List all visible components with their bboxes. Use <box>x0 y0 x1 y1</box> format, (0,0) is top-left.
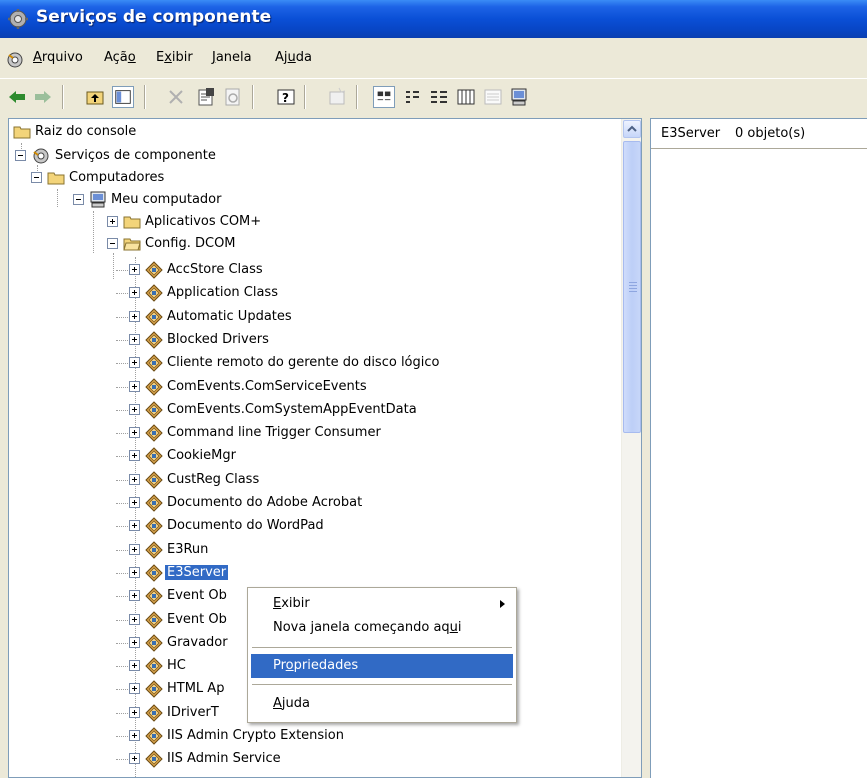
com-component-icon <box>145 634 163 652</box>
up-folder-icon[interactable] <box>84 86 106 108</box>
menu-ajuda[interactable]: Ajuda <box>275 50 312 65</box>
collapse-icon[interactable] <box>73 194 84 205</box>
context-menu-propriedades[interactable]: Propriedades <box>251 654 513 678</box>
menu-bar: Arquivo Ação Exibir Janela Ajuda <box>0 40 867 76</box>
chevron-up-icon <box>627 125 637 132</box>
small-icons-icon[interactable] <box>402 86 424 108</box>
expand-icon[interactable] <box>129 730 140 741</box>
expand-icon[interactable] <box>129 567 140 578</box>
computer-icon <box>90 191 106 208</box>
com-component-icon <box>145 611 163 629</box>
expand-icon[interactable] <box>129 427 140 438</box>
com-component-icon <box>145 261 163 279</box>
context-menu-exibir[interactable]: Exibir <box>251 592 513 616</box>
collapse-icon[interactable] <box>15 150 26 161</box>
window-title: Serviços de componente <box>36 7 272 27</box>
expand-icon[interactable] <box>129 404 140 415</box>
expand-icon[interactable] <box>129 683 140 694</box>
expand-icon[interactable] <box>129 544 140 555</box>
expand-icon[interactable] <box>129 287 140 298</box>
expand-icon[interactable] <box>129 753 140 764</box>
toolbar: ? <box>0 78 867 114</box>
com-component-icon <box>145 424 163 442</box>
expand-icon[interactable] <box>129 707 140 718</box>
details-icon[interactable] <box>455 86 477 108</box>
com-component-icon <box>145 378 163 396</box>
folder-icon <box>47 172 65 185</box>
expand-icon[interactable] <box>129 660 140 671</box>
result-pane-header: E3Server 0 objeto(s) <box>651 119 867 149</box>
expand-icon[interactable] <box>107 216 118 227</box>
context-menu-ajuda[interactable]: Ajuda <box>251 692 513 716</box>
component-services-icon <box>33 148 49 164</box>
com-component-icon <box>145 750 163 768</box>
list-icon[interactable] <box>428 86 450 108</box>
collapse-icon[interactable] <box>31 172 42 183</box>
context-menu-separator <box>252 684 512 685</box>
com-component-icon <box>145 401 163 419</box>
result-pane[interactable]: E3Server 0 objeto(s) <box>650 118 867 778</box>
component-services-icon <box>8 9 28 29</box>
system-menu-icon[interactable] <box>6 51 24 69</box>
com-component-icon <box>145 308 163 326</box>
status-view-icon[interactable] <box>482 86 504 108</box>
submenu-arrow-icon <box>500 600 505 608</box>
large-icons-icon[interactable] <box>373 86 395 108</box>
com-component-icon <box>145 331 163 349</box>
folder-icon <box>13 126 31 139</box>
forward-icon[interactable] <box>32 86 54 108</box>
collapse-icon[interactable] <box>107 238 118 249</box>
expand-icon[interactable] <box>129 520 140 531</box>
com-component-icon <box>145 727 163 745</box>
com-component-icon <box>145 471 163 489</box>
open-folder-icon <box>123 238 141 251</box>
expand-icon[interactable] <box>129 590 140 601</box>
result-title: E3Server <box>661 126 721 141</box>
com-component-icon <box>145 587 163 605</box>
scroll-thumb[interactable] <box>623 141 641 433</box>
menu-janela[interactable]: Janela <box>212 50 252 65</box>
com-component-icon <box>145 680 163 698</box>
com-component-icon <box>145 517 163 535</box>
com-component-icon <box>145 494 163 512</box>
expand-icon[interactable] <box>129 311 140 322</box>
expand-icon[interactable] <box>129 357 140 368</box>
com-component-icon <box>145 704 163 722</box>
title-bar[interactable]: Serviços de componente <box>0 0 867 38</box>
properties-icon[interactable] <box>195 86 217 108</box>
back-icon[interactable] <box>6 86 28 108</box>
com-component-icon <box>145 354 163 372</box>
com-component-icon <box>145 447 163 465</box>
result-count: 0 objeto(s) <box>735 126 806 141</box>
computer-icon[interactable] <box>508 86 530 108</box>
expand-icon[interactable] <box>129 450 140 461</box>
expand-icon[interactable] <box>129 264 140 275</box>
svg-text:?: ? <box>282 91 289 105</box>
scroll-up-button[interactable] <box>623 120 641 138</box>
context-menu-nova-janela[interactable]: Nova janela começando aqui <box>251 616 513 640</box>
show-hide-tree-icon[interactable] <box>112 86 134 108</box>
refresh-icon[interactable] <box>222 86 244 108</box>
expand-icon[interactable] <box>129 614 140 625</box>
context-menu: Exibir Nova janela começando aqui Propri… <box>247 587 517 723</box>
expand-icon[interactable] <box>129 637 140 648</box>
expand-icon[interactable] <box>129 381 140 392</box>
menu-acao[interactable]: Ação <box>104 50 136 65</box>
expand-icon[interactable] <box>129 497 140 508</box>
com-component-icon <box>145 657 163 675</box>
com-component-icon <box>145 541 163 559</box>
delete-icon[interactable] <box>165 86 187 108</box>
com-component-icon <box>145 564 163 582</box>
menu-exibir[interactable]: Exibir <box>156 50 193 65</box>
help-icon[interactable]: ? <box>275 86 297 108</box>
expand-icon[interactable] <box>129 334 140 345</box>
expand-icon[interactable] <box>129 474 140 485</box>
new-window-icon[interactable] <box>326 86 348 108</box>
folder-icon <box>123 216 141 229</box>
tree-scrollbar[interactable] <box>621 119 641 777</box>
com-component-icon <box>145 284 163 302</box>
context-menu-separator <box>252 647 512 648</box>
menu-arquivo[interactable]: Arquivo <box>33 50 83 65</box>
